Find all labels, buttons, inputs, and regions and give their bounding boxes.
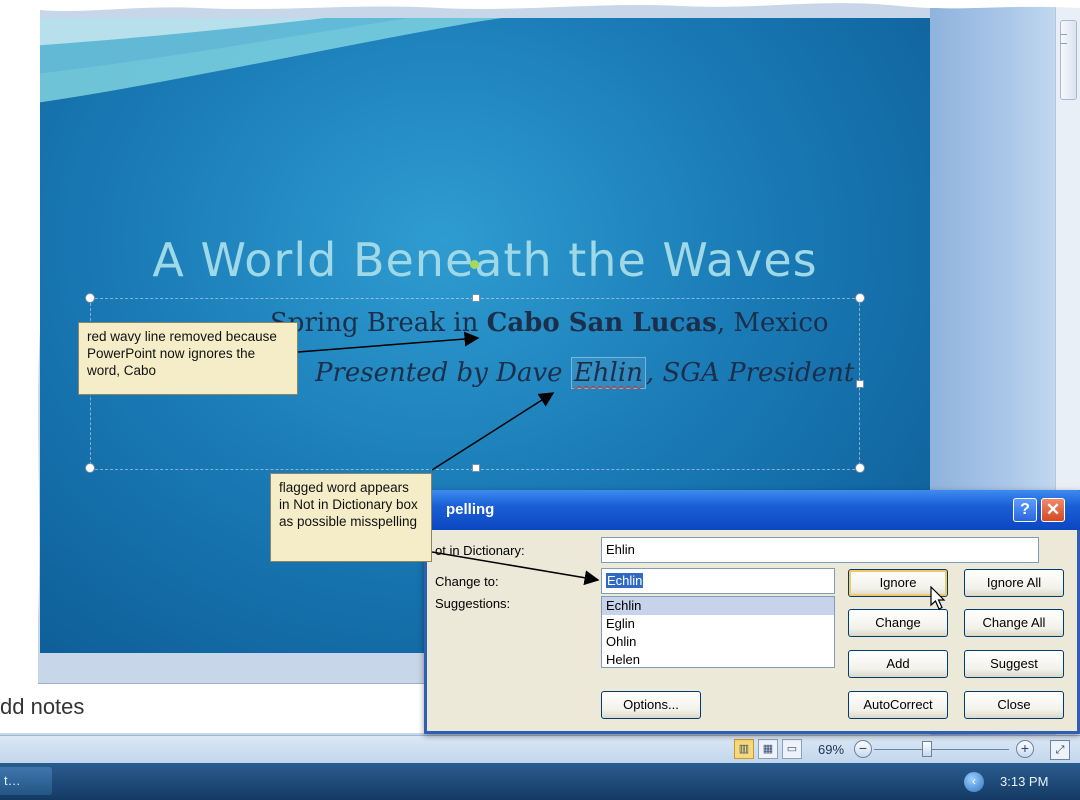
resize-handle-top[interactable]: [472, 294, 480, 302]
subtitle-line-2: Presented by Dave Ehlin, SGA President: [315, 357, 855, 389]
taskbar: t… ‹ 3:13 PM: [0, 763, 1080, 800]
list-item[interactable]: Ohlin: [602, 633, 834, 651]
status-bar: ▥ ▦ ▭ 69% − + ⤢: [0, 735, 1080, 763]
not-in-dictionary-field[interactable]: Ehlin: [601, 537, 1039, 563]
resize-handle-bottom-right[interactable]: [855, 463, 865, 473]
zoom-in-icon[interactable]: +: [1016, 740, 1034, 758]
callout-cabo: red wavy line removed because PowerPoint…: [78, 322, 298, 395]
rotation-handle-icon[interactable]: [470, 260, 479, 269]
tray-expand-icon[interactable]: ‹: [964, 772, 984, 792]
zoom-slider-thumb[interactable]: [922, 741, 932, 757]
flagged-word[interactable]: Ehlin: [570, 357, 646, 389]
help-icon[interactable]: ?: [1013, 498, 1037, 522]
normal-view-icon[interactable]: ▥: [734, 739, 754, 759]
not-in-dictionary-label: ot in Dictionary:: [435, 543, 525, 558]
powerpoint-window: A World Beneath the Waves Spring Break i…: [0, 0, 1080, 800]
taskbar-item[interactable]: t…: [0, 767, 52, 795]
ignore-all-button[interactable]: Ignore All: [964, 569, 1064, 597]
zoom-out-icon[interactable]: −: [854, 740, 872, 758]
list-item[interactable]: Echlin: [602, 597, 834, 615]
resize-handle-top-right[interactable]: [855, 293, 865, 303]
scrollbar-thumb[interactable]: [1060, 20, 1077, 100]
options-button[interactable]: Options...: [601, 691, 701, 719]
change-to-value: Echlin: [606, 573, 644, 588]
subtitle-bold-text: Cabo San Lucas: [486, 308, 717, 338]
list-item[interactable]: Helen: [602, 651, 834, 669]
change-to-field[interactable]: Echlin: [601, 568, 835, 594]
add-button[interactable]: Add: [848, 650, 948, 678]
subtitle-line-1: Spring Break in Cabo San Lucas, Mexico: [270, 308, 829, 338]
spelling-dialog: pelling ? ✕ ot in Dictionary: Ehlin Chan…: [424, 490, 1080, 734]
fit-to-window-icon[interactable]: ⤢: [1050, 740, 1070, 760]
scrollbar-grip-icon: [1060, 34, 1067, 44]
subtitle-text: , SGA President: [645, 358, 855, 388]
suggestions-label: Suggestions:: [435, 596, 511, 611]
subtitle-text: , Mexico: [716, 308, 829, 338]
zoom-level[interactable]: 69%: [818, 742, 844, 757]
resize-handle-top-left[interactable]: [85, 293, 95, 303]
zoom-slider-track[interactable]: [874, 749, 1009, 750]
wave-decoration: [40, 18, 503, 103]
taskbar-clock: 3:13 PM: [1000, 774, 1049, 789]
dialog-titlebar[interactable]: pelling ? ✕: [424, 490, 1080, 530]
slide-sorter-view-icon[interactable]: ▦: [758, 739, 778, 759]
resize-handle-right[interactable]: [856, 380, 864, 388]
close-button[interactable]: Close: [964, 691, 1064, 719]
suggestions-list[interactable]: Echlin Eglin Ohlin Helen: [601, 596, 835, 668]
subtitle-text: Spring Break in: [270, 308, 487, 338]
callout-flagged-word: flagged word appears in Not in Dictionar…: [270, 473, 432, 562]
subtitle-text: Presented by Dave: [315, 358, 571, 388]
mouse-pointer-icon: [930, 586, 946, 610]
autocorrect-button[interactable]: AutoCorrect: [848, 691, 948, 719]
suggest-button[interactable]: Suggest: [964, 650, 1064, 678]
resize-handle-bottom[interactable]: [472, 464, 480, 472]
resize-handle-bottom-left[interactable]: [85, 463, 95, 473]
change-all-button[interactable]: Change All: [964, 609, 1064, 637]
change-to-label: Change to:: [435, 574, 499, 589]
slide-show-view-icon[interactable]: ▭: [782, 739, 802, 759]
notes-placeholder[interactable]: dd notes: [0, 694, 84, 720]
dialog-title: pelling: [446, 501, 495, 518]
slide-title[interactable]: A World Beneath the Waves: [40, 233, 930, 287]
change-button[interactable]: Change: [848, 609, 948, 637]
list-item[interactable]: Eglin: [602, 615, 834, 633]
close-icon[interactable]: ✕: [1041, 498, 1065, 522]
